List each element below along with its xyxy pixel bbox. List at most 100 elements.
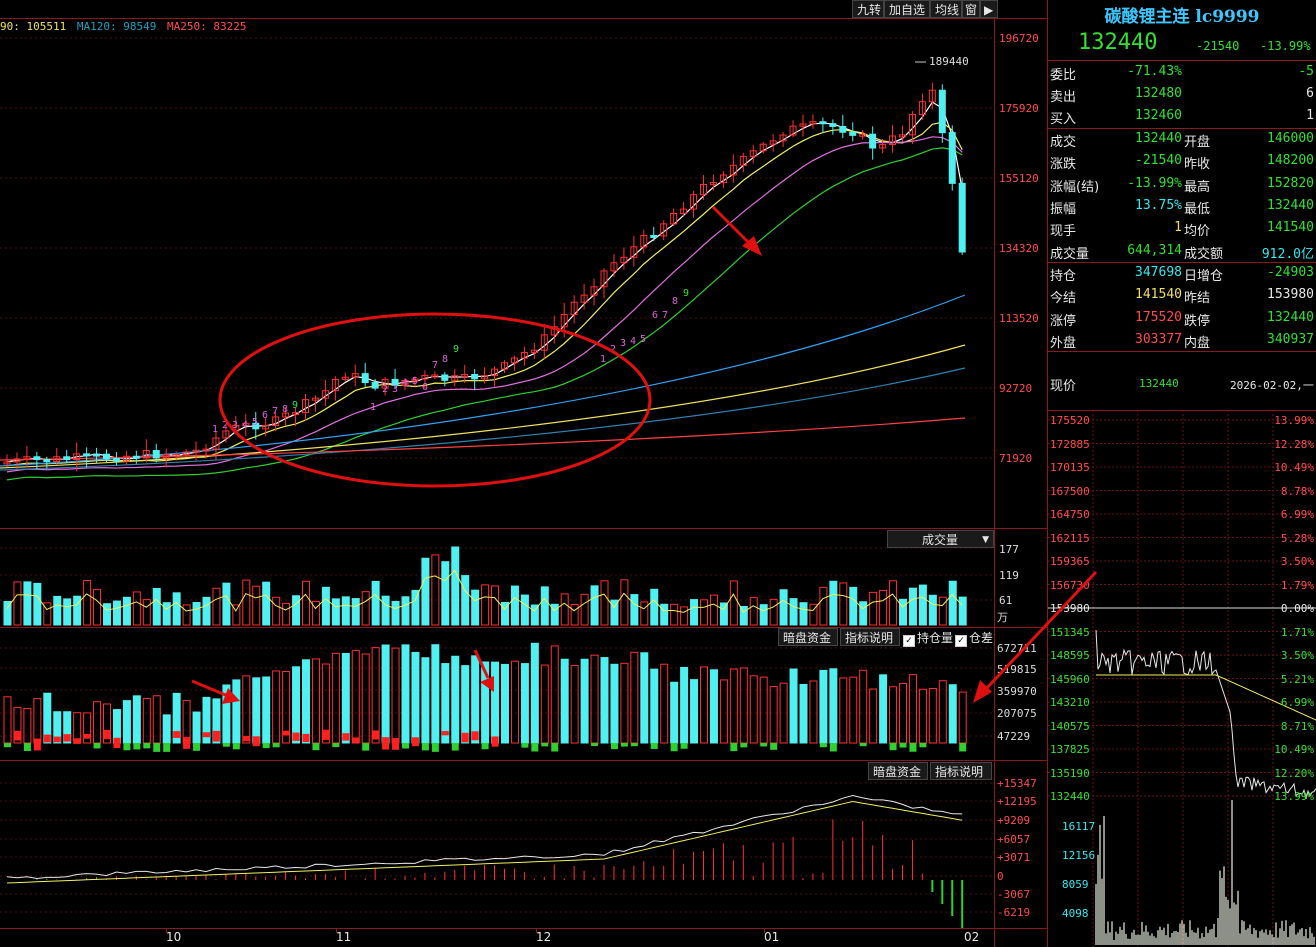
indicator-help-button[interactable]: 指标说明	[840, 628, 900, 646]
oi-tick: 519815	[997, 663, 1037, 676]
ma90-label: 90: 105511	[0, 20, 67, 33]
quote-field-label-2: 均价	[1184, 224, 1211, 239]
oi-diff-bar	[53, 736, 61, 743]
volume-bar	[540, 586, 549, 626]
oi-diff-bar	[610, 743, 618, 750]
quote-field-value-2: 152820	[1267, 176, 1314, 191]
window-button[interactable]: 窗	[962, 0, 980, 18]
oi-bar	[381, 644, 390, 744]
volume-bar	[391, 600, 400, 626]
candle-body	[938, 89, 946, 134]
oi-bar	[789, 668, 798, 744]
candle-body	[839, 125, 847, 133]
quote-row: 涨停 175520 跌停 132440	[1048, 307, 1316, 329]
volume-bar	[172, 592, 181, 626]
intraday-pct-tick: 8.71%	[1280, 719, 1314, 733]
volume-bar	[859, 601, 868, 626]
nine-turn-marker: 1	[600, 354, 606, 365]
nine-turn-marker: 9	[292, 400, 298, 411]
intraday-pct-tick: 8.78%	[1280, 484, 1314, 498]
oi-bar	[928, 687, 937, 744]
oi-bar	[570, 664, 579, 744]
oi-tick: 47229	[997, 730, 1031, 743]
quote-field-label: 委比	[1050, 68, 1077, 83]
oi-diff-bar	[103, 729, 111, 740]
oi-diff-bar	[531, 743, 539, 752]
price-tick: 134320	[999, 242, 1039, 255]
volume-bar	[321, 586, 330, 626]
price-tick: 196720	[999, 32, 1039, 45]
oi-bar	[501, 663, 509, 744]
dark-fund-button[interactable]: 暗盘资金	[778, 628, 838, 646]
ma-button[interactable]: 均线	[930, 0, 962, 18]
oi-bar	[242, 675, 251, 744]
oi-diff-bar	[451, 743, 459, 751]
check-icon: ✓	[955, 635, 967, 647]
volume-selector[interactable]: 成交量 ▼	[887, 530, 994, 548]
candle-body	[152, 450, 160, 459]
candle-body	[471, 374, 479, 380]
x-axis-label: 01	[764, 930, 780, 944]
volume-bar	[690, 599, 699, 626]
quote-field-label-2: 开盘	[1184, 135, 1211, 150]
volume-unit: 万	[997, 611, 1008, 624]
oi-bar	[600, 657, 609, 744]
quote-row: 外盘 303377 内盘 340937	[1048, 329, 1316, 351]
candlestick-chart[interactable]: 1 2 3 4 56 7 8 9 12 34 56789123 4 56 789	[0, 0, 994, 947]
intraday-price-tick: 162115	[1050, 531, 1090, 545]
oi-diff-bar	[819, 743, 827, 748]
volume-bar	[938, 596, 947, 626]
volume-bar	[202, 596, 211, 626]
volume-tick: 61	[999, 594, 1013, 607]
oi-diff-checkbox[interactable]: ✓ 仓差	[955, 629, 993, 647]
volume-bar	[481, 584, 490, 626]
intraday-price-tick: 137825	[1050, 743, 1090, 756]
oi-diff-bar	[670, 743, 678, 752]
indicator-help-button-2[interactable]: 指标说明	[930, 762, 992, 780]
oi-bar	[361, 653, 370, 744]
volume-bar	[958, 596, 967, 626]
oi-bar	[351, 649, 360, 744]
quote-row: 买入 132460 1	[1048, 105, 1316, 127]
oi-diff-bar	[93, 743, 101, 749]
oi-bar	[749, 675, 758, 744]
volume-bar	[112, 600, 121, 626]
oi-diff-bar	[740, 743, 748, 748]
oi-checkbox[interactable]: ✓ 持仓量	[903, 629, 953, 647]
nine-turn-marker: 1	[370, 402, 376, 413]
quote-field-value: 13.75%	[1135, 198, 1182, 213]
oi-bar	[769, 685, 778, 744]
main-chart-area[interactable]: 123456789123456789123456789 九转 加自选 均线 窗 …	[0, 0, 1047, 947]
nine-turn-button[interactable]: 九转	[852, 0, 884, 18]
oi-diff-bar	[262, 743, 270, 749]
quote-row: 今结 141540 昨结 153980	[1048, 284, 1316, 306]
price-tick: 113520	[999, 312, 1039, 325]
volume-bar	[162, 602, 171, 626]
last-price: 132440	[1078, 30, 1158, 55]
dark-fund-button-2[interactable]: 暗盘资金	[868, 762, 928, 780]
oi-tick: 672711	[997, 642, 1037, 655]
quote-field-value: 132480	[1135, 86, 1182, 101]
price-tick: 71920	[999, 452, 1033, 465]
x-axis-label: 11	[336, 930, 352, 944]
quote-field-label: 外盘	[1050, 336, 1077, 351]
volume-bar	[789, 598, 798, 626]
intraday-price-tick: 148595	[1050, 649, 1090, 662]
quote-field-label-2: 昨结	[1184, 291, 1211, 306]
quote-field-label: 涨幅(结)	[1050, 180, 1100, 195]
quote-field-value-2: -24903	[1267, 265, 1314, 280]
oi-diff-bar	[899, 743, 907, 748]
ma120-label: MA120: 98549	[76, 20, 157, 33]
nine-turn-marker: 7	[432, 360, 438, 371]
oi-diff-bar	[362, 743, 370, 751]
oi-bar	[182, 699, 191, 744]
quote-field-value-2: 6	[1306, 86, 1314, 101]
volume-bar	[889, 580, 898, 626]
oi-bar	[560, 658, 569, 744]
candle-body	[63, 456, 71, 460]
add-favorite-button[interactable]: 加自选	[884, 0, 930, 18]
oi-diff-bar	[342, 733, 350, 741]
nine-turn-marker: 4	[402, 378, 408, 389]
quote-field-value-2: 132440	[1267, 198, 1314, 213]
exit-icon[interactable]: ▶	[980, 0, 998, 18]
